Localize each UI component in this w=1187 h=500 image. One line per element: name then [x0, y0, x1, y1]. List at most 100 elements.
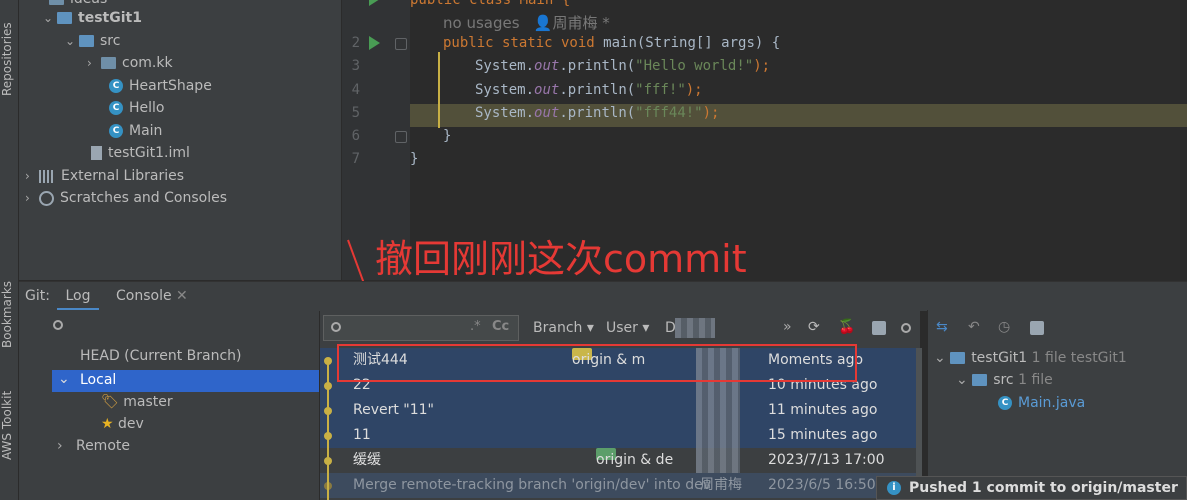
ref-label: origin & de: [596, 452, 674, 468]
folder-icon: [49, 0, 64, 5]
user-filter[interactable]: User ▾: [606, 320, 649, 336]
close-icon[interactable]: ✕: [176, 288, 188, 304]
tree-item-main[interactable]: C Main: [109, 120, 162, 142]
tree-item-iml[interactable]: testGit1.iml: [91, 142, 190, 164]
chevron-right-icon[interactable]: ›: [87, 52, 101, 74]
chevron-right-icon[interactable]: ›: [25, 165, 39, 187]
tree-item-label: com.kk: [122, 55, 173, 71]
tree-item-src[interactable]: ⌄ src: [65, 30, 120, 52]
details-tree-file[interactable]: C Main.java: [998, 395, 1085, 411]
chevron-down-icon[interactable]: ⌄: [65, 30, 79, 52]
no-usages-hint: no usages: [443, 14, 520, 32]
branch-filter[interactable]: Branch ▾: [533, 320, 594, 336]
repositories-tab[interactable]: Repositories: [0, 22, 14, 96]
tab-log[interactable]: Log: [57, 282, 99, 311]
tree-item-scratches[interactable]: › Scratches and Consoles: [25, 187, 227, 209]
tree-item-label: testGit1: [971, 350, 1028, 366]
branch-group-remote[interactable]: › Remote: [57, 438, 130, 454]
commit-message: 缓缓: [353, 452, 381, 468]
refresh-icon[interactable]: ⟳: [808, 319, 820, 335]
code-string: "fff44!": [635, 105, 703, 121]
commit-details-panel: ⇆ ↶ ◷ ⌄ testGit1 1 file testGit1 ⌄ src 1…: [927, 310, 1187, 500]
chevron-down-icon[interactable]: ⌄: [934, 350, 946, 366]
line-number: 6: [351, 128, 360, 144]
source-folder-icon: [79, 35, 94, 47]
code-line-5: System.out.println("fff44!");: [475, 105, 719, 121]
table-row[interactable]: Merge remote-tracking branch 'origin/dev…: [320, 473, 916, 498]
chevron-down-icon[interactable]: ⌄: [58, 371, 70, 387]
table-row[interactable]: 11 15 minutes ago: [320, 423, 916, 448]
tree-item-label: ideas: [70, 0, 107, 7]
tree-item-label: Scratches and Consoles: [60, 190, 227, 206]
commit-time: 11 minutes ago: [768, 402, 878, 418]
libraries-icon: [39, 169, 55, 183]
commit-message: 11: [353, 427, 371, 443]
tree-item-label: External Libraries: [61, 168, 184, 184]
tree-item-label: src: [100, 33, 121, 49]
branch-dev[interactable]: ★ dev: [101, 416, 144, 432]
bookmarks-tab[interactable]: Bookmarks: [0, 281, 14, 348]
layout-icon[interactable]: [872, 321, 886, 339]
tree-item-package[interactable]: › com.kk: [87, 52, 173, 74]
user-icon: 👤: [533, 14, 553, 32]
more-icon[interactable]: »: [783, 319, 792, 335]
group-icon[interactable]: [1030, 321, 1044, 339]
filter-label: Branch: [533, 320, 583, 336]
collapse-icon[interactable]: ⇆: [936, 319, 948, 335]
match-case-toggle[interactable]: Cc: [492, 319, 509, 334]
history-icon[interactable]: ◷: [998, 319, 1010, 335]
line-number: 2: [351, 35, 360, 51]
code-line-3: System.out.println("Hello world!");: [475, 58, 770, 74]
details-tree-root[interactable]: ⌄ testGit1 1 file testGit1: [934, 350, 1127, 366]
branch-group-local[interactable]: ⌄ Local: [52, 370, 319, 392]
commit-message: Merge remote-tracking branch 'origin/dev…: [353, 477, 711, 493]
regex-toggle[interactable]: .*: [470, 319, 481, 334]
cherry-pick-icon[interactable]: 🍒: [838, 319, 855, 335]
branch-master[interactable]: 🏷 master: [101, 394, 173, 410]
details-tree-src[interactable]: ⌄ src 1 file: [956, 372, 1053, 388]
chevron-down-icon[interactable]: ⌄: [956, 372, 968, 388]
tab-console-label: Console: [116, 288, 172, 304]
chevron-down-icon[interactable]: ⌄: [43, 7, 57, 29]
code-line-2: public static void main(String[] args) {: [443, 35, 780, 51]
chevron-right-icon[interactable]: ›: [25, 187, 39, 209]
fold-icon[interactable]: [395, 131, 407, 143]
annotation-box: [337, 344, 857, 382]
branch-search[interactable]: [53, 318, 63, 334]
search-icon: [331, 322, 341, 332]
code-line-4: System.out.println("fff!");: [475, 82, 703, 98]
tree-item-testgit1[interactable]: ⌄ testGit1: [43, 7, 142, 29]
run-icon[interactable]: [369, 36, 380, 50]
code-string: "Hello world!": [635, 58, 754, 74]
annotation-text: 撤回刚刚这次commit: [375, 237, 747, 281]
package-icon: [101, 57, 116, 69]
table-row[interactable]: 缓缓 origin & de 2023/7/13 17:00: [320, 448, 916, 473]
search-icon[interactable]: [901, 321, 911, 337]
branch-group-label: Local: [80, 372, 117, 388]
line-number: 4: [351, 82, 360, 98]
branch-head[interactable]: HEAD (Current Branch): [80, 348, 242, 364]
table-row[interactable]: Revert "11" 11 minutes ago: [320, 398, 916, 423]
module-folder-icon: [950, 352, 966, 364]
aws-toolkit-tab[interactable]: AWS Toolkit: [0, 391, 14, 460]
chevron-right-icon[interactable]: ›: [57, 438, 63, 454]
tree-item-label: testGit1: [78, 10, 142, 26]
tab-console[interactable]: Console ✕: [116, 282, 188, 311]
module-folder-icon: [57, 12, 72, 24]
run-icon[interactable]: [369, 0, 380, 6]
tree-item-external-libraries[interactable]: › External Libraries: [25, 165, 184, 187]
tree-item-meta: 1 file testGit1: [1031, 350, 1127, 366]
undo-icon[interactable]: ↶: [968, 319, 980, 335]
git-label: Git:: [25, 288, 50, 304]
search-icon: [53, 320, 63, 330]
push-notification[interactable]: i Pushed 1 commit to origin/master: [876, 476, 1187, 500]
tree-item-heartshape[interactable]: C HeartShape: [109, 75, 212, 97]
class-icon: C: [109, 101, 123, 115]
fold-icon[interactable]: [395, 38, 407, 50]
code-line-1: public class Main {: [410, 0, 571, 8]
code-vision-hint[interactable]: no usages 👤周甫梅 *: [443, 12, 610, 33]
tab-log-label: Log: [65, 288, 91, 304]
tree-item-hello[interactable]: C Hello: [109, 97, 165, 119]
log-search-input[interactable]: .* Cc: [323, 315, 519, 341]
code-line-7: }: [410, 151, 419, 167]
